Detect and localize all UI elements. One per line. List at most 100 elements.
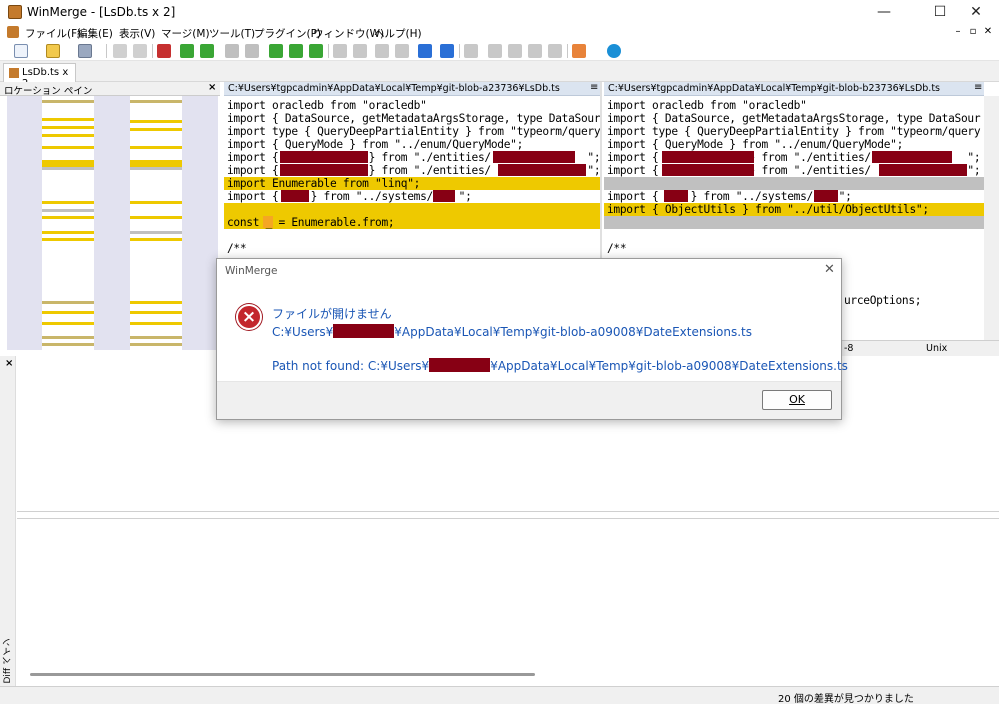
right-pane-menu-icon[interactable]: ≡ — [974, 82, 982, 93]
dialog-close-icon[interactable]: ✕ — [824, 262, 835, 277]
stop-icon[interactable] — [157, 44, 171, 58]
code-line: import type { QueryDeepPartialEntity } f… — [607, 125, 981, 138]
redaction — [872, 151, 952, 163]
menu-help[interactable]: ヘルプ(H) — [374, 26, 422, 41]
dialog-path: C:¥Users¥ ¥AppData¥Local¥Temp¥git-blob-a0… — [272, 324, 752, 339]
last-file-icon[interactable] — [548, 44, 562, 58]
redaction — [664, 190, 688, 202]
diff-pane-label: Diff ペイン — [3, 638, 13, 684]
menu-file[interactable]: ファイル(F) — [25, 26, 81, 41]
menu-plugins[interactable]: プラグイン(P) — [254, 26, 321, 41]
menu-edit[interactable]: 編集(E) — [77, 26, 113, 41]
menu-view[interactable]: 表示(V) — [119, 26, 155, 41]
mdi-restore-button[interactable]: ▫ — [966, 26, 980, 37]
copy-left-advance-icon[interactable] — [395, 44, 409, 58]
left-pane-header: C:¥Users¥tgpcadmin¥AppData¥Local¥Temp¥gi… — [224, 82, 600, 96]
location-pane-header: ロケーション ペイン × — [0, 82, 220, 97]
dialog-detail-prefix: Path not found: C:¥Users¥ — [272, 359, 430, 373]
menu-merge[interactable]: マージ(M) — [161, 26, 210, 41]
code-line: import { QueryMode } from "../enum/Query… — [227, 138, 524, 151]
location-pane-close-icon[interactable]: × — [208, 82, 216, 93]
code-line: import type { QueryDeepPartialEntity } f… — [227, 125, 600, 138]
redaction — [662, 151, 754, 163]
code-line-added: import Enumerable from "linq"; — [224, 177, 600, 190]
redaction — [429, 358, 491, 372]
diff-count-status: 20 個の差異が見つかりました — [778, 694, 914, 705]
diff-all-icon[interactable] — [289, 44, 303, 58]
diff-pane-strip: Diff ペイン — [0, 356, 16, 686]
redaction — [879, 164, 967, 176]
tab-lsdb[interactable]: LsDb.ts x 2 — [3, 63, 76, 89]
collapse-icon[interactable] — [464, 44, 478, 58]
code-line: /** — [227, 242, 247, 255]
toolbar — [0, 41, 999, 61]
all-right-icon[interactable] — [418, 44, 432, 58]
redaction — [498, 164, 586, 176]
prev-diff-icon[interactable] — [200, 44, 214, 58]
copy-right-icon[interactable] — [333, 44, 347, 58]
next-diff-icon[interactable] — [180, 44, 194, 58]
menu-bar: ファイル(F) 編集(E) 表示(V) マージ(M) ツール(T) プラグイン(… — [0, 24, 999, 41]
dialog-detail-suffix: ¥AppData¥Local¥Temp¥git-blob-a09008¥Date… — [490, 359, 848, 373]
redaction — [280, 151, 368, 163]
code-line: import oracledb from "oracledb" — [227, 99, 427, 112]
new-icon[interactable] — [14, 44, 28, 58]
document-icon[interactable] — [7, 26, 19, 38]
undo-icon[interactable] — [113, 44, 127, 58]
code-line-missing — [604, 177, 984, 190]
code-line: /** — [607, 242, 627, 255]
next-file-icon[interactable] — [528, 44, 542, 58]
redaction — [280, 164, 368, 176]
save-icon[interactable] — [78, 44, 92, 58]
refresh-icon[interactable] — [607, 44, 621, 58]
code-line: import { DataSource, getMetadataArgsStor… — [227, 112, 600, 125]
title-bar: WinMerge - [LsDb.ts x 2] — ☐ ✕ — [0, 0, 999, 24]
prev-file-icon[interactable] — [508, 44, 522, 58]
window-title: WinMerge - [LsDb.ts x 2] — [27, 5, 176, 19]
diff-pane-close-icon[interactable]: × — [5, 358, 13, 369]
location-pane[interactable] — [7, 96, 218, 350]
right-encoding: -8 — [844, 343, 854, 354]
tab-strip: LsDb.ts x 2 — [0, 61, 999, 89]
document-icon — [9, 68, 19, 78]
close-button[interactable]: ✕ — [953, 0, 999, 24]
redo-icon[interactable] — [133, 44, 147, 58]
dialog-footer: OK — [217, 381, 841, 419]
options-icon[interactable] — [572, 44, 586, 58]
redaction — [333, 324, 395, 338]
last-diff-icon[interactable] — [245, 44, 259, 58]
first-diff-icon[interactable] — [225, 44, 239, 58]
dialog-path-prefix: C:¥Users¥ — [272, 325, 334, 339]
redaction — [281, 190, 309, 202]
error-dialog: WinMerge ✕ × ファイルが開けません C:¥Users¥ ¥AppDat… — [216, 258, 848, 420]
copy-left-icon[interactable] — [353, 44, 367, 58]
code-line: import { QueryMode } from "../enum/Query… — [607, 138, 904, 151]
redaction — [814, 190, 838, 202]
minimize-button[interactable]: — — [861, 0, 907, 24]
current-diff-icon[interactable] — [269, 44, 283, 58]
right-vertical-scrollbar[interactable] — [984, 96, 999, 340]
code-line: import { } from "../systems/ "; — [607, 190, 852, 203]
code-line-fragment: urceOptions; — [844, 294, 922, 307]
left-pane-menu-icon[interactable]: ≡ — [590, 82, 598, 93]
diff-char-highlight — [263, 216, 273, 228]
all-left-icon[interactable] — [440, 44, 454, 58]
redaction — [662, 164, 754, 176]
diff-pane-bottom[interactable] — [17, 518, 999, 678]
diff-horizontal-scrollbar[interactable] — [30, 673, 535, 676]
menu-tools[interactable]: ツール(T) — [209, 26, 255, 41]
code-line-added — [224, 203, 600, 216]
ok-button[interactable]: OK — [762, 390, 832, 410]
copy-right-advance-icon[interactable] — [375, 44, 389, 58]
merge-all-icon[interactable] — [309, 44, 323, 58]
mdi-minimize-button[interactable]: – — [951, 26, 965, 37]
first-file-icon[interactable] — [488, 44, 502, 58]
redaction — [493, 151, 575, 163]
left-file-path: C:¥Users¥tgpcadmin¥AppData¥Local¥Temp¥gi… — [228, 83, 560, 94]
status-bar: 20 個の差異が見つかりました — [0, 686, 999, 705]
mdi-close-button[interactable]: ✕ — [981, 26, 995, 37]
open-folder-icon[interactable] — [46, 44, 60, 58]
right-eol: Unix — [926, 343, 948, 354]
